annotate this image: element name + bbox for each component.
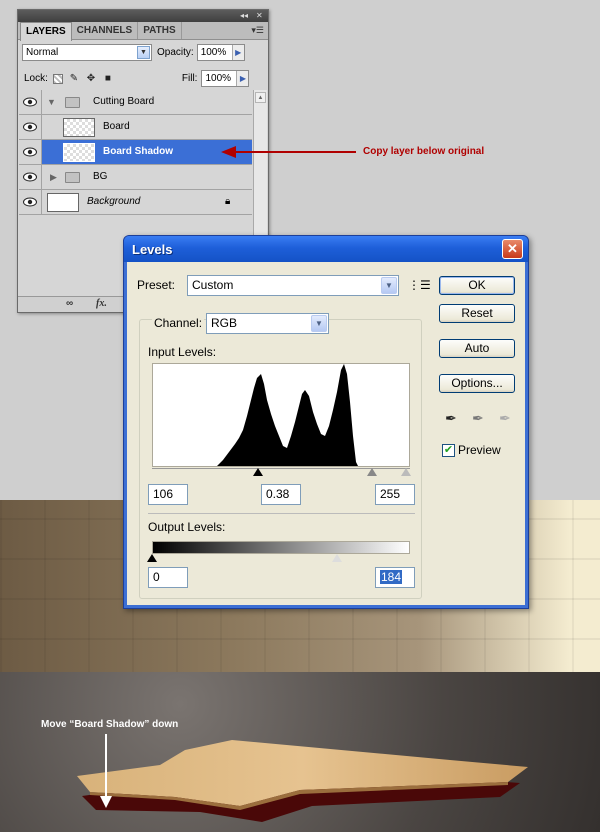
chevron-down-icon: ▼ (311, 315, 327, 332)
output-white-field[interactable]: 184 (375, 567, 415, 588)
channel-value: RGB (211, 316, 238, 330)
annotation-move-layer: Move “Board Shadow” down (41, 719, 179, 730)
dialog-titlebar[interactable]: Levels ✕ (124, 236, 528, 262)
dialog-title: Levels (132, 242, 173, 257)
preset-label: Preset: (137, 278, 176, 292)
output-white-value: 184 (380, 570, 403, 584)
channel-select[interactable]: RGB ▼ (206, 313, 329, 334)
preview-label: Preview (458, 443, 501, 457)
reset-button[interactable]: Reset (439, 304, 515, 323)
canvas-scene: ◂◂ ✕ LAYERS CHANNELS PATHS ▾☰ Normal ▼ O… (0, 0, 600, 832)
auto-button[interactable]: Auto (439, 339, 515, 358)
histogram-graph (217, 364, 358, 466)
preview-checkbox[interactable]: ✔ (442, 444, 455, 457)
input-white-field[interactable]: 255 (375, 484, 415, 505)
chevron-down-icon: ▼ (381, 277, 397, 294)
output-gradient-bar (152, 541, 410, 554)
white-eyedropper-icon[interactable]: ✒ (499, 410, 511, 427)
preset-value: Custom (192, 278, 234, 292)
group-divider (148, 513, 415, 514)
output-black-slider[interactable] (147, 554, 157, 562)
ok-button[interactable]: OK (439, 276, 515, 295)
preset-select[interactable]: Custom ▼ (187, 275, 399, 296)
input-gamma-field[interactable]: 0.38 (261, 484, 301, 505)
black-eyedropper-icon[interactable]: ✒ (445, 410, 457, 427)
gray-eyedropper-icon[interactable]: ✒ (472, 410, 484, 427)
channel-label: Channel: (152, 316, 205, 330)
levels-body: Preset: Custom ▼ ⋮☰ Channel: RGB ▼ Input… (127, 262, 525, 605)
preset-options-icon[interactable]: ⋮☰ (408, 278, 431, 292)
levels-dialog: Levels ✕ Preset: Custom ▼ ⋮☰ Channel: RG… (123, 235, 529, 609)
output-black-field[interactable]: 0 (148, 567, 188, 588)
options-button[interactable]: Options... (439, 374, 515, 393)
output-levels-label: Output Levels: (148, 520, 226, 534)
histogram (152, 363, 410, 467)
input-black-field[interactable]: 106 (148, 484, 188, 505)
input-gamma-slider[interactable] (367, 468, 377, 476)
annotation-copy-layer: Copy layer below original (363, 146, 485, 157)
input-black-slider[interactable] (253, 468, 263, 476)
input-levels-label: Input Levels: (148, 345, 217, 359)
input-white-slider[interactable] (401, 468, 411, 476)
close-dialog-button[interactable]: ✕ (502, 239, 523, 259)
output-white-slider[interactable] (332, 554, 342, 562)
